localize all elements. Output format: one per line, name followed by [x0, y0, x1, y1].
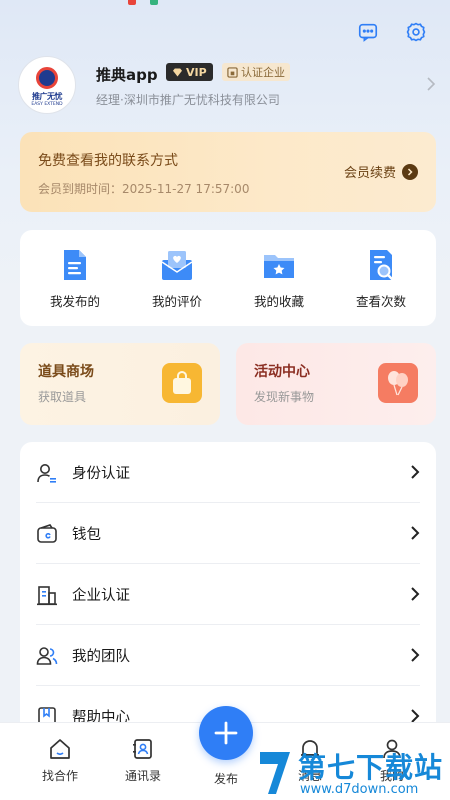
star-folder-icon [264, 254, 294, 278]
settings-icon[interactable] [404, 20, 428, 44]
menu-item-label: 我的团队 [72, 649, 130, 665]
contacts-icon [133, 739, 152, 759]
quick-actions: 我发布的 我的评价 我的收藏 查看次数 [20, 230, 436, 326]
team-icon [36, 646, 58, 665]
chevron-right-icon [427, 77, 436, 91]
quick-action-my-favorites[interactable]: 我的收藏 [229, 247, 329, 310]
menu-item-label: 身份认证 [72, 466, 130, 482]
review-envelope-icon [161, 250, 193, 280]
menu-item-label: 企业认证 [72, 588, 130, 604]
tab-find-partners[interactable]: 找合作 [30, 737, 90, 784]
watermark: 第七下载站 www.d7down.com [252, 746, 450, 800]
menu-item-wallet[interactable]: 钱包 [20, 503, 436, 564]
home-icon [50, 739, 70, 759]
diamond-icon [173, 67, 182, 77]
logo-subtext: EASY EXTEND [31, 102, 63, 107]
tab-contacts[interactable]: 通讯录 [113, 737, 173, 784]
watermark-logo [260, 752, 290, 794]
building-icon [37, 585, 57, 605]
identity-icon [37, 463, 56, 483]
balloon-icon [378, 363, 418, 403]
menu-item-identity[interactable]: 身份认证 [20, 442, 436, 503]
profile-header[interactable]: 推广无忧 EASY EXTEND 推典app VIP 认证企业 经理·深圳市推广… [18, 56, 438, 116]
menu-item-team[interactable]: 我的团队 [20, 625, 436, 686]
profile-name: 推典app [96, 66, 158, 84]
quick-action-my-posts[interactable]: 我发布的 [25, 247, 125, 310]
document-icon [64, 249, 86, 280]
chevron-right-icon [411, 526, 420, 540]
tool-store-card[interactable]: 道具商场 获取道具 [20, 343, 220, 425]
quick-action-label: 我的评价 [151, 293, 202, 309]
logo-mark [36, 67, 58, 89]
profile-subtitle: 经理·深圳市推广无忧科技有限公司 [96, 93, 280, 107]
vip-label: VIP [186, 65, 207, 79]
status-dot-red [128, 0, 136, 5]
publish-label: 发布 [213, 772, 238, 786]
chevron-right-icon [411, 587, 420, 601]
renew-label: 会员续费 [343, 166, 396, 181]
plus-icon [214, 721, 238, 745]
quick-action-label: 查看次数 [355, 293, 406, 309]
message-icon[interactable] [356, 20, 380, 44]
search-document-icon [370, 249, 394, 280]
status-dot-green [150, 0, 158, 5]
vip-expiry: 会员到期时间：2025-11-27 17:57:00 [38, 182, 250, 196]
vip-card[interactable]: 免费查看我的联系方式 会员到期时间：2025-11-27 17:57:00 会员… [20, 132, 436, 212]
tab-label: 通讯录 [124, 769, 161, 783]
menu-item-company-cert[interactable]: 企业认证 [20, 564, 436, 625]
quick-action-label: 我发布的 [49, 293, 100, 309]
chevron-right-icon [411, 648, 420, 662]
header-actions [356, 20, 428, 44]
watermark-title: 第七下载站 [298, 751, 444, 784]
renew-button[interactable]: 会员续费 [344, 162, 418, 181]
avatar[interactable]: 推广无忧 EASY EXTEND [18, 56, 76, 114]
logo-text: 推广无忧 [32, 92, 63, 101]
watermark-url: www.d7down.com [300, 782, 419, 797]
wallet-icon [37, 523, 57, 543]
menu-item-label: 钱包 [72, 527, 101, 543]
quick-action-my-reviews[interactable]: 我的评价 [127, 247, 227, 310]
shopping-bag-icon [162, 363, 202, 403]
quick-action-label: 我的收藏 [253, 293, 304, 309]
tab-label: 找合作 [41, 769, 78, 783]
company-cert-icon [227, 66, 238, 78]
event-center-card[interactable]: 活动中心 发现新事物 [236, 343, 436, 425]
status-bar [0, 0, 450, 8]
cert-label: 认证企业 [241, 66, 285, 79]
cert-badge: 认证企业 [222, 63, 290, 81]
publish-button[interactable] [199, 706, 253, 760]
vip-badge: VIP [166, 63, 213, 81]
quick-action-view-count[interactable]: 查看次数 [331, 247, 431, 310]
chevron-circle-icon [402, 163, 418, 180]
chevron-right-icon [411, 465, 420, 479]
